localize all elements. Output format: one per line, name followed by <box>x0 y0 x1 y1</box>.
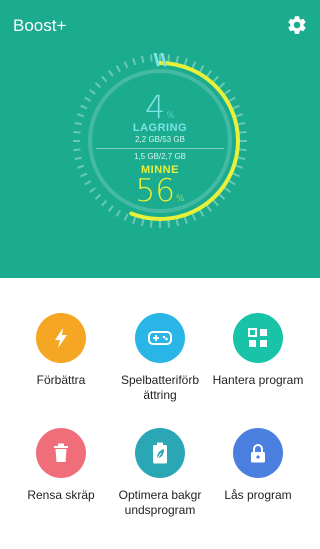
gauge-tick <box>183 216 188 225</box>
game-battery-circle <box>135 313 185 363</box>
gauge-tick <box>149 54 153 62</box>
gauge-tick <box>115 65 121 73</box>
manage-apps-button[interactable]: Hantera program <box>205 313 311 388</box>
improve-button[interactable]: Förbättra <box>8 313 114 388</box>
gauge-tick <box>123 213 129 221</box>
gauge-tick <box>140 55 145 63</box>
gauge-tick <box>175 55 180 63</box>
trash-icon <box>54 443 68 462</box>
improve-label: Förbättra <box>36 373 86 387</box>
memory-percent: 56% <box>135 173 185 209</box>
gauge-tick <box>199 65 205 73</box>
optimize-background-label: Optimera bakgr undsprogram <box>118 488 202 517</box>
lightning-icon <box>55 328 67 348</box>
lock-icon <box>251 444 265 463</box>
storage-label: LAGRING <box>132 122 188 134</box>
gauge-tick <box>191 213 197 221</box>
grid-icon <box>248 328 267 347</box>
manage-apps-circle <box>233 313 283 363</box>
gauge-tick <box>206 70 212 77</box>
lock-apps-button[interactable]: Lås program <box>205 428 311 503</box>
gauge-tick <box>94 82 102 89</box>
storage-detail: 2,2 GB/53 GB <box>135 135 185 144</box>
gear-icon <box>288 16 306 34</box>
gauge-tick <box>123 61 129 69</box>
clean-junk-label: Rensa skräp <box>27 488 95 502</box>
gauge-tick <box>218 82 226 89</box>
gauge-tick <box>167 54 171 62</box>
storage-percent: 4% <box>145 88 175 126</box>
gauge-tick <box>149 220 153 228</box>
gauge-tick <box>212 75 219 83</box>
gauge-tick <box>175 219 180 227</box>
gauge-tick <box>140 219 145 227</box>
app-title: Boost+ <box>13 16 67 35</box>
memory-detail: 1,5 GB/2,7 GB <box>133 152 187 161</box>
lock-apps-label: Lås program <box>224 488 292 502</box>
clean-junk-circle <box>36 428 86 478</box>
gamepad-icon <box>148 331 172 345</box>
settings-button[interactable] <box>286 14 308 36</box>
battery-leaf-icon <box>153 442 167 464</box>
optimize-background-button[interactable]: Optimera bakgr undsprogram <box>107 428 213 518</box>
storage-marker-left <box>153 53 160 67</box>
lock-apps-circle <box>233 428 283 478</box>
game-battery-button[interactable]: Spelbatteriförb ättring <box>107 313 213 403</box>
gauge-tick <box>183 57 188 66</box>
gauge-tick <box>199 209 205 217</box>
gauge-tick <box>132 216 137 225</box>
gauge-tick <box>239 148 247 152</box>
dashboard-panel: Boost+ 4% LAGRING 2,2 GB/53 GB 1,5 GB/2,… <box>0 0 320 278</box>
gauge-tick <box>73 148 81 152</box>
optimize-background-circle <box>135 428 185 478</box>
gauge-tick <box>132 57 137 66</box>
clean-junk-button[interactable]: Rensa skräp <box>8 428 114 503</box>
gauge-tick <box>108 70 114 77</box>
manage-apps-label: Hantera program <box>212 373 304 387</box>
gauge-tick <box>115 209 121 217</box>
gauge-tick <box>167 220 171 228</box>
gauge-tick <box>101 75 108 83</box>
improve-circle <box>36 313 86 363</box>
gauge-tick <box>191 61 197 69</box>
gauge-divider <box>96 148 224 149</box>
game-battery-label: Spelbatteriförb ättring <box>120 373 200 402</box>
